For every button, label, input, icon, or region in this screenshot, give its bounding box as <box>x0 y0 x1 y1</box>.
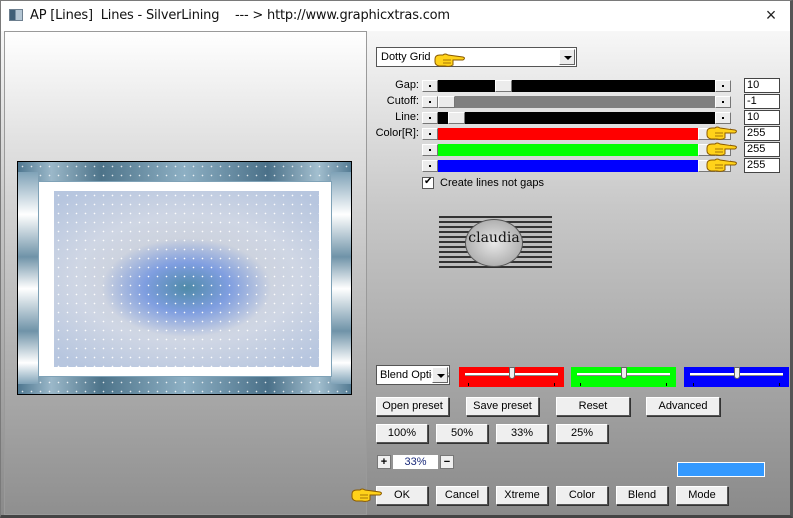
zoom-in-button[interactable]: + <box>377 455 391 469</box>
preset-dropdown[interactable]: Dotty Grid <box>376 47 577 67</box>
parameter-slider[interactable] <box>422 112 731 124</box>
create-lines-checkbox-row[interactable]: Create lines not gaps <box>422 176 544 189</box>
pointing-hand-icon <box>705 125 739 141</box>
scroll-left-arrow[interactable] <box>422 160 438 172</box>
logo-text: claudia <box>468 230 520 246</box>
slider-knob[interactable] <box>734 367 740 379</box>
slider-label: Cutoff: <box>386 95 419 107</box>
slider-value-field[interactable]: 10 <box>744 78 780 93</box>
preview-image <box>17 161 352 395</box>
zoom-100-button[interactable]: 100% <box>376 424 428 443</box>
slider-track[interactable] <box>438 96 715 108</box>
app-icon <box>9 9 23 21</box>
window-title: AP [Lines] Lines - SilverLining --- > ht… <box>30 8 450 23</box>
slider-thumb[interactable] <box>448 112 465 124</box>
scroll-right-arrow[interactable] <box>715 112 731 124</box>
zoom-50-button[interactable]: 50% <box>436 424 488 443</box>
pointing-hand-icon <box>350 487 384 503</box>
logo-oval: claudia <box>465 219 523 267</box>
slider-tick <box>554 383 555 386</box>
preview-panel <box>4 31 367 515</box>
slider-label: Color[R]: <box>375 127 419 139</box>
preset-dropdown-value: Dotty Grid <box>381 51 431 63</box>
chevron-down-icon[interactable] <box>432 367 448 383</box>
color-swatch[interactable] <box>677 462 765 477</box>
slider-value-field[interactable]: -1 <box>744 94 780 109</box>
zoom-out-button[interactable]: − <box>440 455 454 469</box>
xtreme-button[interactable]: Xtreme <box>496 486 548 505</box>
slider-thumb[interactable] <box>495 80 512 92</box>
controls-panel: Dotty Grid Gap: 10 Cutoff: -1 Line: 10 Color[R… <box>367 31 791 515</box>
slider-track[interactable] <box>438 80 715 92</box>
scroll-left-arrow[interactable] <box>422 112 438 124</box>
blend-options-dropdown[interactable]: Blend Options <box>376 365 450 385</box>
scroll-left-arrow[interactable] <box>422 80 438 92</box>
blend-color-slider[interactable] <box>459 367 564 387</box>
title-bar: AP [Lines] Lines - SilverLining --- > ht… <box>1 1 790 31</box>
scroll-left-arrow[interactable] <box>422 128 438 140</box>
slider-tick <box>779 383 780 386</box>
preview-edge-left <box>18 172 38 384</box>
scroll-right-arrow[interactable] <box>715 80 731 92</box>
reset-button[interactable]: Reset <box>556 397 630 416</box>
zoom-25-button[interactable]: 25% <box>556 424 608 443</box>
pointing-hand-icon <box>433 52 467 68</box>
slider-knob[interactable] <box>509 367 515 379</box>
advanced-button[interactable]: Advanced <box>646 397 720 416</box>
color-button[interactable]: Color <box>556 486 608 505</box>
cancel-button[interactable]: Cancel <box>436 486 488 505</box>
slider-tick <box>580 383 581 386</box>
slider-track[interactable] <box>438 160 715 172</box>
create-lines-checkbox[interactable] <box>422 176 434 189</box>
slider-tick <box>468 383 469 386</box>
slider-value-field[interactable]: 10 <box>744 110 780 125</box>
pointing-hand-icon <box>705 157 739 173</box>
preview-inner-image <box>54 191 319 367</box>
parameter-slider[interactable] <box>422 160 731 172</box>
preview-frame <box>38 181 332 377</box>
blend-color-slider[interactable] <box>571 367 676 387</box>
open-preset-button[interactable]: Open preset <box>376 397 449 416</box>
parameter-slider[interactable] <box>422 144 731 156</box>
scroll-left-arrow[interactable] <box>422 96 438 108</box>
slider-value-field[interactable]: 255 <box>744 126 780 141</box>
slider-track[interactable] <box>438 112 715 124</box>
slider-label: Line: <box>395 111 419 123</box>
plugin-dialog-window: AP [Lines] Lines - SilverLining --- > ht… <box>0 0 793 518</box>
parameter-slider[interactable] <box>422 96 731 108</box>
slider-tick <box>693 383 694 386</box>
create-lines-label: Create lines not gaps <box>440 177 544 189</box>
zoom-level: 33% <box>393 455 438 469</box>
zoom-33-button[interactable]: 33% <box>496 424 548 443</box>
scroll-right-arrow[interactable] <box>715 96 731 108</box>
save-preset-button[interactable]: Save preset <box>466 397 539 416</box>
parameter-slider[interactable] <box>422 80 731 92</box>
close-button[interactable]: × <box>758 4 784 26</box>
slider-label: Gap: <box>395 79 419 91</box>
slider-tick <box>666 383 667 386</box>
blend-button[interactable]: Blend <box>616 486 668 505</box>
slider-value-field[interactable]: 255 <box>744 142 780 157</box>
mode-button[interactable]: Mode <box>676 486 728 505</box>
slider-track[interactable] <box>438 144 715 156</box>
slider-value-field[interactable]: 255 <box>744 158 780 173</box>
preview-edge-right <box>331 172 351 384</box>
parameter-slider[interactable] <box>422 128 731 140</box>
slider-thumb[interactable] <box>438 96 455 108</box>
pointing-hand-icon <box>705 141 739 157</box>
slider-knob[interactable] <box>621 367 627 379</box>
claudia-logo: claudia <box>439 216 552 270</box>
blend-color-slider[interactable] <box>684 367 789 387</box>
chevron-down-icon[interactable] <box>559 49 575 65</box>
slider-track[interactable] <box>438 128 715 140</box>
scroll-left-arrow[interactable] <box>422 144 438 156</box>
